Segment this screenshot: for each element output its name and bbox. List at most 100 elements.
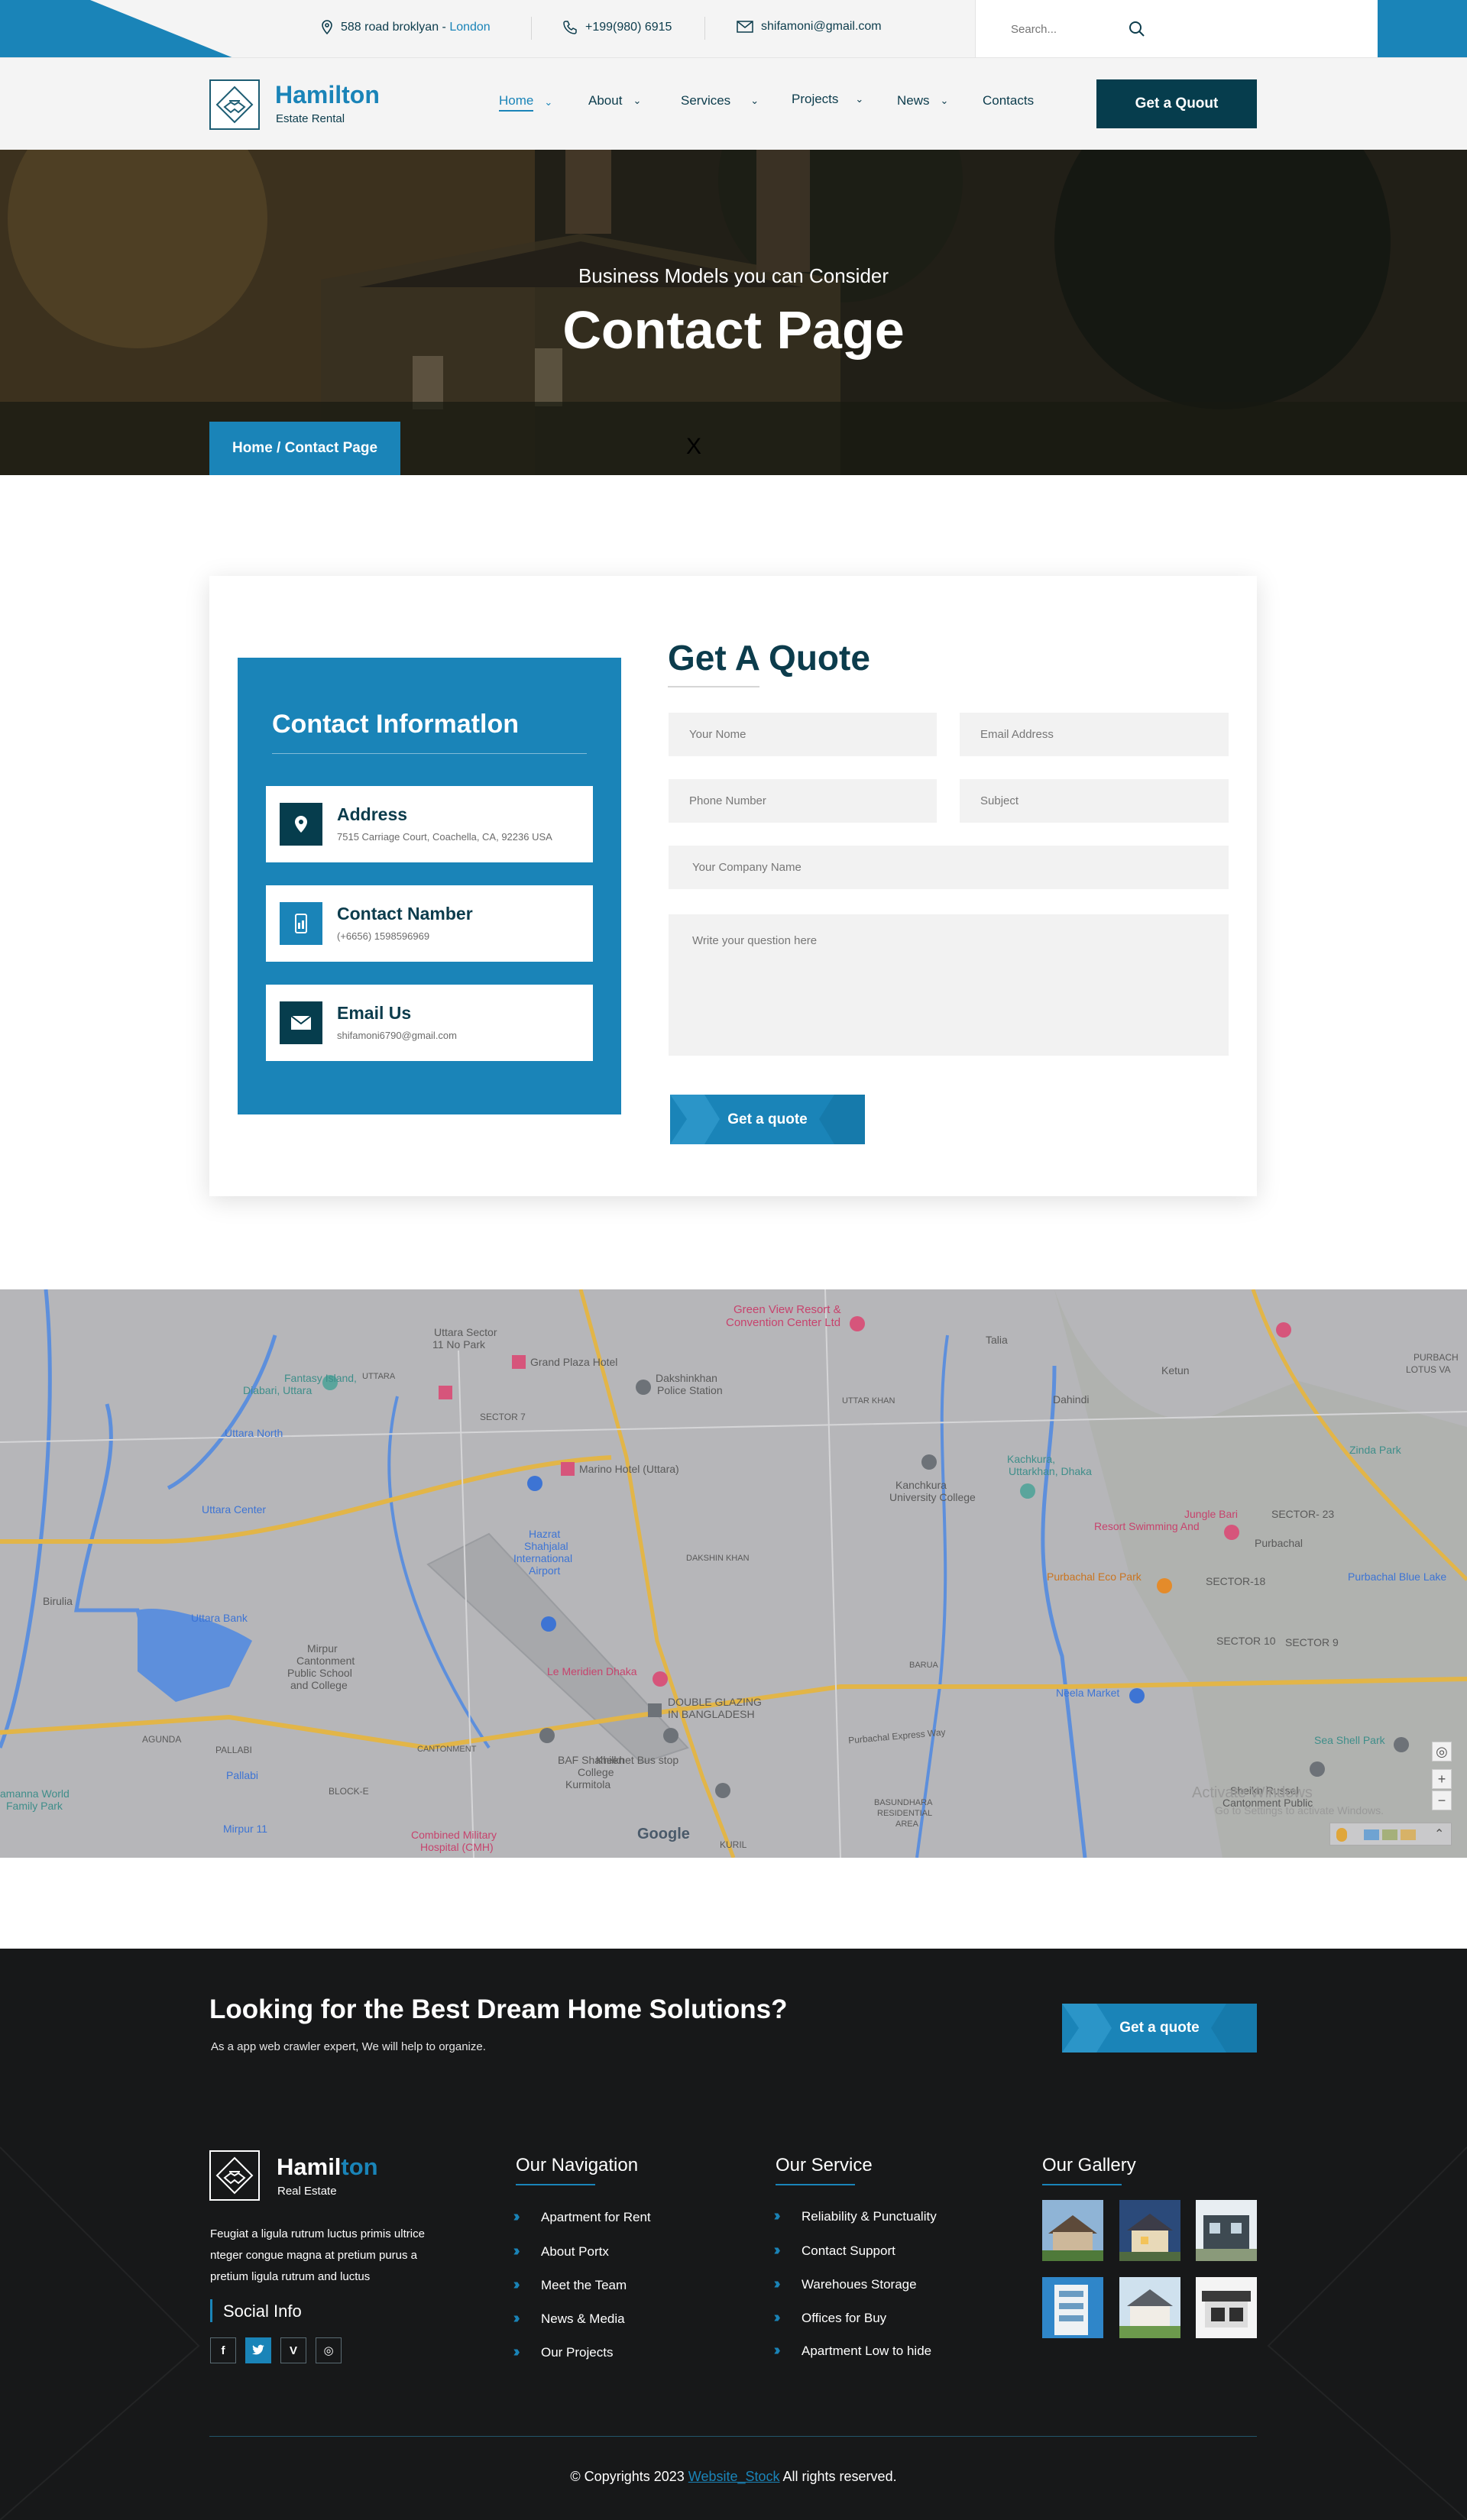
footer-service-link[interactable]: ›› Warehoues Storage [776, 2276, 917, 2293]
map-label: Le Meridien Dhaka [547, 1665, 637, 1677]
divider [272, 753, 587, 754]
copyright-link[interactable]: Website_Stock [688, 2469, 780, 2484]
footer: Looking for the Best Dream Home Solution… [0, 1949, 1467, 2520]
search-input[interactable] [1011, 18, 1125, 40]
chevron-down-icon: ⌄ [750, 95, 759, 106]
gallery-image[interactable] [1196, 2200, 1257, 2261]
nav-about[interactable]: About ⌄ [588, 93, 641, 108]
footer-brand-name[interactable]: Hamilton [277, 2153, 378, 2181]
nav-news[interactable]: News ⌄ [897, 93, 948, 108]
search-icon[interactable] [1129, 21, 1145, 37]
map-label: Shahjalal [524, 1540, 568, 1552]
gallery-image[interactable] [1042, 2277, 1103, 2338]
map-canvas[interactable] [0, 1289, 1467, 1858]
expand-icon[interactable]: ⌃ [1434, 1826, 1444, 1842]
company-field[interactable] [669, 846, 1229, 889]
locate-me-button[interactable]: ◎ [1432, 1742, 1452, 1761]
map-label: Marino Hotel (Uttara) [579, 1463, 679, 1475]
map-label: Combined Military [411, 1829, 497, 1841]
footer-service-link[interactable]: ›› Contact Support [776, 2242, 895, 2260]
map-thumb-icon[interactable] [1364, 1829, 1379, 1840]
instagram-icon[interactable]: ◎ [316, 2337, 342, 2363]
gallery-image[interactable] [1196, 2277, 1257, 2338]
contact-number-text[interactable]: (+6656) 1598596969 [337, 930, 429, 942]
map-pin-icon [295, 816, 307, 833]
top-address-city[interactable]: London [449, 21, 490, 34]
footer-nav-link[interactable]: ›› Meet the Team [515, 2276, 627, 2294]
footer-service-link[interactable]: ›› Reliability & Punctuality [776, 2208, 937, 2225]
top-address-text: 588 road broklyan - [341, 21, 450, 34]
pegman-icon[interactable] [1336, 1828, 1347, 1842]
divider [516, 2184, 595, 2185]
double-chevron-icon: ›› [515, 2243, 532, 2260]
map-label: Purbachal [1255, 1537, 1303, 1549]
map-embed[interactable]: Green View Resort & Convention Center Lt… [0, 1289, 1467, 1858]
name-field[interactable] [669, 713, 937, 756]
map-label: Khilkhet Bus stop [596, 1754, 679, 1766]
submit-quote-button[interactable]: Get a quote [670, 1095, 865, 1144]
footer-service-link-label: Apartment Low to hide [802, 2343, 932, 2358]
footer-get-quote-button[interactable]: Get a quote [1062, 2004, 1257, 2053]
copyright: © Copyrights 2023 Website_Stock All righ… [0, 2469, 1467, 2485]
question-field[interactable] [669, 914, 1229, 1056]
map-label: Uttarkhan, Dhaka [1009, 1465, 1092, 1477]
divider [209, 2436, 1257, 2437]
chevron-down-icon: ⌄ [940, 95, 949, 106]
map-label: Hospital (CMH) [420, 1841, 494, 1853]
map-label: Jungle Bari [1184, 1508, 1239, 1520]
quote-form-title: Get A Quote [668, 638, 870, 678]
vine-icon[interactable]: V [280, 2337, 306, 2363]
map-label: Convention Center Ltd [726, 1316, 841, 1329]
email-field[interactable] [960, 713, 1229, 756]
brand-name[interactable]: Hamilton [275, 81, 380, 109]
nav-projects[interactable]: Projects ⌄ [792, 92, 863, 107]
divider [668, 686, 759, 687]
zoom-in-button[interactable]: + [1432, 1769, 1452, 1789]
logo[interactable] [209, 79, 260, 130]
top-email-text: shifamoni@gmail.com [761, 20, 882, 33]
twitter-icon[interactable] [245, 2337, 271, 2363]
top-bar: 588 road broklyan - London +199(980) 691… [0, 0, 1467, 57]
contact-info-title: Contact Informatlon [272, 710, 519, 739]
map-label: Purbachal Blue Lake [1348, 1571, 1447, 1583]
top-phone[interactable]: +199(980) 6915 [562, 20, 672, 35]
map-label: AGUNDA [142, 1734, 182, 1745]
breadcrumb[interactable]: Home / Contact Page [209, 422, 400, 475]
subject-field[interactable] [960, 779, 1229, 823]
map-label: and College [290, 1679, 348, 1691]
facebook-icon[interactable]: f [210, 2337, 236, 2363]
divider [776, 2184, 855, 2185]
map-type-bar: ⌃ [1329, 1823, 1452, 1846]
footer-service-link[interactable]: ›› Offices for Buy [776, 2309, 886, 2327]
gallery-image[interactable] [1119, 2200, 1180, 2261]
map-label: Ketun [1161, 1364, 1190, 1376]
gallery-image[interactable] [1119, 2277, 1180, 2338]
email-text[interactable]: shifamoni6790@gmail.com [337, 1030, 457, 1041]
footer-nav-link[interactable]: ›› About Portx [515, 2243, 609, 2260]
footer-service-link-label: Reliability & Punctuality [802, 2208, 937, 2224]
zoom-out-button[interactable]: − [1432, 1791, 1452, 1810]
footer-brand-part-a: Hamil [277, 2153, 342, 2180]
footer-nav-link-label: Apartment for Rent [541, 2209, 651, 2224]
nav-contacts[interactable]: Contacts [983, 93, 1034, 108]
footer-service-title: Our Service [776, 2155, 873, 2175]
nav-services[interactable]: Services ⌄ [681, 93, 759, 108]
footer-nav-link[interactable]: ›› Our Projects [515, 2344, 613, 2361]
footer-logo[interactable] [209, 2150, 260, 2201]
address-text: 7515 Carriage Court, Coachella, CA, 9223… [337, 831, 552, 843]
satellite-thumb-icon[interactable] [1382, 1829, 1397, 1840]
map-label: Hazrat [529, 1528, 561, 1540]
handshake-house-icon [215, 86, 254, 124]
footer-service-link[interactable]: ›› Apartment Low to hide [776, 2342, 931, 2360]
top-email[interactable]: shifamoni@gmail.com [737, 20, 882, 34]
nav-home[interactable]: Home ⌄ [499, 93, 552, 112]
terrain-thumb-icon[interactable] [1401, 1829, 1416, 1840]
hero-subtitle: Business Models you can Consider [578, 264, 889, 287]
map-label: Uttara Sector [434, 1326, 497, 1338]
footer-nav-link[interactable]: ›› Apartment for Rent [515, 2208, 651, 2226]
get-quote-header-button[interactable]: Get a Quout [1096, 79, 1257, 128]
gallery-image[interactable] [1042, 2200, 1103, 2261]
phone-field[interactable] [669, 779, 937, 823]
footer-nav-link[interactable]: ›› News & Media [515, 2310, 625, 2328]
map-label: Uttara Center [202, 1503, 267, 1516]
